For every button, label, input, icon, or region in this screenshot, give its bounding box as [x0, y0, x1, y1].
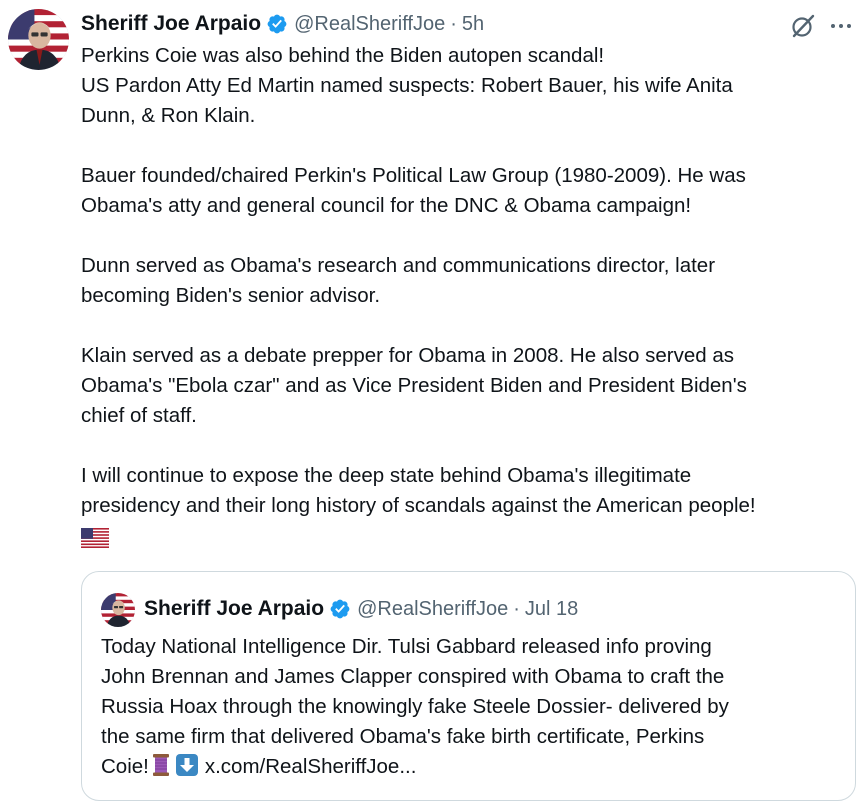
- text-line: Dunn, & Ron Klain.: [81, 104, 256, 127]
- quoted-tweet[interactable]: Sheriff Joe Arpaio @RealSheriffJoe · Jul…: [81, 571, 856, 801]
- tweet-text: Perkins Coie was also behind the Biden a…: [81, 41, 861, 551]
- thread-spool-icon: [152, 754, 169, 776]
- more-options-button[interactable]: [826, 13, 856, 39]
- more-icon-dot: [847, 24, 851, 28]
- text-line: Obama's atty and general council for the…: [81, 194, 692, 217]
- tweet: Sheriff Joe Arpaio @RealSheriffJoe · 5h …: [0, 0, 866, 807]
- separator-dot: ·: [513, 597, 520, 620]
- quoted-author-name[interactable]: Sheriff Joe Arpaio: [144, 597, 324, 621]
- grok-icon[interactable]: [790, 13, 816, 39]
- author-handle[interactable]: @RealSheriffJoe: [294, 13, 445, 36]
- text-line: John Brennan and James Clapper conspired…: [101, 665, 725, 688]
- text-line: the same firm that delivered Obama's fak…: [101, 725, 705, 748]
- tweet-timestamp[interactable]: 5h: [462, 13, 484, 36]
- text-line: Perkins Coie was also behind the Biden a…: [81, 44, 605, 67]
- quoted-link[interactable]: x.com/RealSheriffJoe...: [205, 755, 417, 778]
- quoted-author-handle[interactable]: @RealSheriffJoe: [357, 598, 508, 621]
- quoted-tweet-text: Today National Intelligence Dir. Tulsi G…: [101, 632, 841, 782]
- text-line: Klain served as a debate prepper for Oba…: [81, 344, 734, 367]
- text-line: chief of staff.: [81, 404, 197, 427]
- flag-line: [81, 521, 861, 551]
- separator-dot: ·: [450, 12, 457, 35]
- quoted-tweet-header: Sheriff Joe Arpaio @RealSheriffJoe · Jul…: [144, 594, 578, 624]
- more-icon-dot: [831, 24, 835, 28]
- more-icon-dot: [839, 24, 843, 28]
- text-fragment: Coie!: [101, 755, 149, 778]
- avatar-image: [8, 9, 69, 70]
- text-line: Today National Intelligence Dir. Tulsi G…: [101, 635, 712, 658]
- text-line: becoming Biden's senior advisor.: [81, 284, 381, 307]
- text-line: presidency and their long history of sca…: [81, 494, 756, 517]
- us-flag-icon: [81, 527, 109, 548]
- text-line: US Pardon Atty Ed Martin named suspects:…: [81, 74, 733, 97]
- author-avatar[interactable]: [8, 9, 69, 70]
- last-text-line: Coie! x.com/RealSheriffJoe...: [101, 752, 841, 782]
- tweet-header: Sheriff Joe Arpaio @RealSheriffJoe · 5h: [81, 10, 484, 38]
- text-line: Obama's "Ebola czar" and as Vice Preside…: [81, 374, 747, 397]
- avatar-image: [101, 593, 135, 627]
- text-line: Russia Hoax through the knowingly fake S…: [101, 695, 729, 718]
- quoted-tweet-timestamp[interactable]: Jul 18: [525, 598, 578, 621]
- verified-badge-icon[interactable]: [329, 598, 351, 620]
- down-arrow-icon: [175, 754, 198, 776]
- author-name[interactable]: Sheriff Joe Arpaio: [81, 12, 261, 36]
- text-line: Dunn served as Obama's research and comm…: [81, 254, 716, 277]
- quoted-author-avatar[interactable]: [101, 593, 135, 627]
- text-line: Bauer founded/chaired Perkin's Political…: [81, 164, 746, 187]
- text-line: I will continue to expose the deep state…: [81, 464, 692, 487]
- verified-badge-icon[interactable]: [266, 13, 288, 35]
